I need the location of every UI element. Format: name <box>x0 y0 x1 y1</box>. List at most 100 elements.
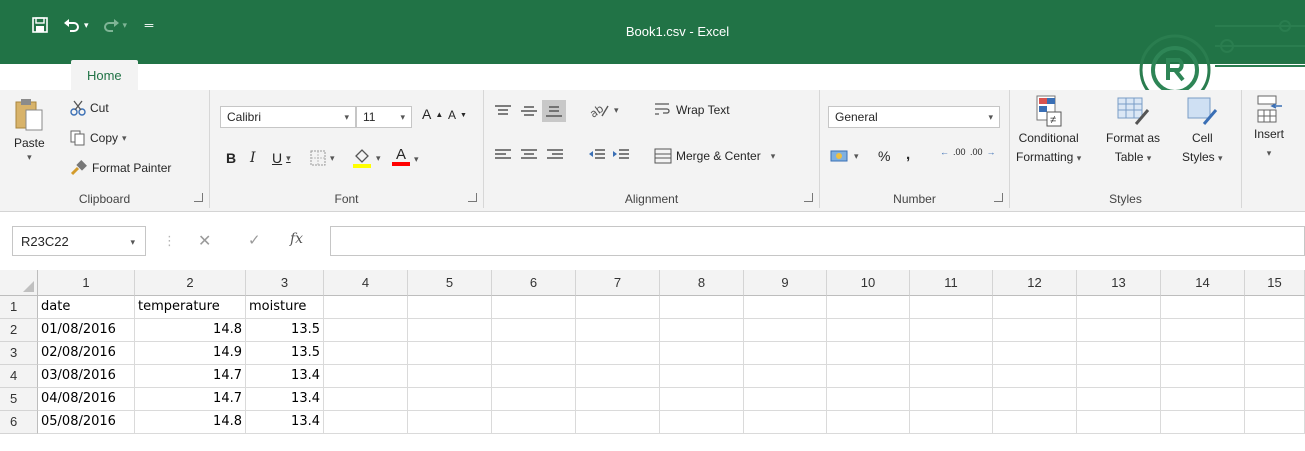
decrease-indent-icon[interactable] <box>588 148 606 162</box>
cell[interactable] <box>492 296 576 319</box>
orientation-icon[interactable]: ab ▾ <box>588 102 619 118</box>
cell[interactable] <box>1077 411 1161 434</box>
column-header-12[interactable]: 12 <box>993 270 1077 296</box>
cell[interactable] <box>492 388 576 411</box>
number-launcher-icon[interactable] <box>994 193 1003 202</box>
cell[interactable] <box>744 411 827 434</box>
cell[interactable] <box>993 388 1077 411</box>
cell[interactable]: 13.4 <box>246 411 324 434</box>
cell[interactable]: 13.5 <box>246 342 324 365</box>
column-header-9[interactable]: 9 <box>744 270 827 296</box>
cell[interactable] <box>744 365 827 388</box>
column-header-11[interactable]: 11 <box>910 270 993 296</box>
cell[interactable] <box>1161 342 1245 365</box>
font-launcher-icon[interactable] <box>468 193 477 202</box>
formula-input[interactable] <box>330 226 1305 256</box>
cell[interactable] <box>827 342 910 365</box>
decrease-decimal-button[interactable]: .00 → <box>970 148 996 157</box>
cell[interactable] <box>744 296 827 319</box>
cell[interactable]: temperature <box>135 296 246 319</box>
cell[interactable] <box>660 342 744 365</box>
cell[interactable] <box>576 319 660 342</box>
underline-button[interactable]: U ▾ <box>272 150 291 166</box>
cell[interactable] <box>827 296 910 319</box>
italic-button[interactable]: I <box>250 150 256 166</box>
cell[interactable] <box>324 411 408 434</box>
paste-button[interactable]: Paste ▾ <box>14 96 45 163</box>
borders-button[interactable]: ▾ <box>310 150 335 166</box>
tab-file[interactable]: File <box>0 62 71 90</box>
tab-page-layout[interactable]: Page Layout <box>202 62 307 90</box>
insert-cells-button[interactable]: Insert ▾ <box>1254 94 1284 162</box>
cell[interactable] <box>576 411 660 434</box>
cell[interactable] <box>993 342 1077 365</box>
cell[interactable] <box>576 388 660 411</box>
cell[interactable]: date <box>38 296 135 319</box>
increase-indent-icon[interactable] <box>612 148 630 162</box>
cell[interactable]: 04/08/2016 <box>38 388 135 411</box>
cell[interactable] <box>1077 342 1161 365</box>
cell[interactable] <box>1245 296 1305 319</box>
cell[interactable]: 13.4 <box>246 388 324 411</box>
cell[interactable]: 05/08/2016 <box>38 411 135 434</box>
cell[interactable] <box>827 411 910 434</box>
wrap-text-button[interactable]: Wrap Text <box>654 102 730 118</box>
tab-data[interactable]: Data <box>393 62 452 90</box>
bottom-align-icon[interactable] <box>542 100 566 122</box>
cell[interactable] <box>910 319 993 342</box>
tell-me-box[interactable]: Tell me what you want to do... <box>595 62 785 90</box>
cell[interactable] <box>408 365 492 388</box>
row-header-2[interactable]: 2 <box>0 319 38 342</box>
cell[interactable] <box>993 411 1077 434</box>
cell[interactable] <box>492 411 576 434</box>
insert-function-icon[interactable]: fx <box>290 231 303 247</box>
cell[interactable] <box>993 296 1077 319</box>
formula-bar-grip-icon[interactable]: ⋮ <box>163 233 176 249</box>
cell[interactable] <box>408 296 492 319</box>
cell[interactable] <box>1245 365 1305 388</box>
cell[interactable] <box>1245 319 1305 342</box>
column-header-7[interactable]: 7 <box>576 270 660 296</box>
cell[interactable] <box>492 319 576 342</box>
row-header-4[interactable]: 4 <box>0 365 38 388</box>
cell[interactable] <box>827 388 910 411</box>
row-header-6[interactable]: 6 <box>0 411 38 434</box>
comma-button[interactable]: , <box>906 146 910 163</box>
tab-view[interactable]: View <box>527 62 587 90</box>
cell[interactable] <box>1245 411 1305 434</box>
font-name-select[interactable]: Calibri ▾ <box>220 106 356 128</box>
column-header-5[interactable]: 5 <box>408 270 492 296</box>
number-format-select[interactable]: General ▾ <box>828 106 1000 128</box>
column-header-1[interactable]: 1 <box>38 270 135 296</box>
cell[interactable] <box>324 365 408 388</box>
cell[interactable] <box>408 388 492 411</box>
cell[interactable]: 14.7 <box>135 365 246 388</box>
cell[interactable] <box>324 388 408 411</box>
cell[interactable] <box>660 411 744 434</box>
name-box-dropdown-icon[interactable]: ▾ <box>130 237 135 248</box>
cell[interactable] <box>910 365 993 388</box>
name-box[interactable]: R23C22 ▾ <box>12 226 146 256</box>
cell[interactable] <box>1245 342 1305 365</box>
row-header-5[interactable]: 5 <box>0 388 38 411</box>
cell[interactable] <box>1161 411 1245 434</box>
cell[interactable] <box>827 319 910 342</box>
grow-font-button[interactable]: A ▲ <box>422 106 443 122</box>
format-painter-button[interactable]: Format Painter <box>70 160 171 176</box>
cell[interactable] <box>1077 319 1161 342</box>
row-header-1[interactable]: 1 <box>0 296 38 319</box>
cell[interactable]: moisture <box>246 296 324 319</box>
cell[interactable] <box>744 342 827 365</box>
cell[interactable] <box>576 296 660 319</box>
cell[interactable] <box>408 411 492 434</box>
cell[interactable] <box>660 296 744 319</box>
cell[interactable] <box>1077 365 1161 388</box>
tab-review[interactable]: Review <box>453 62 528 90</box>
accounting-format-button[interactable]: ▾ <box>830 148 859 164</box>
cell[interactable]: 01/08/2016 <box>38 319 135 342</box>
cell[interactable] <box>1077 296 1161 319</box>
cell[interactable] <box>1245 388 1305 411</box>
shrink-font-button[interactable]: A ▼ <box>448 108 467 122</box>
clipboard-launcher-icon[interactable] <box>194 193 203 202</box>
cell[interactable] <box>660 388 744 411</box>
